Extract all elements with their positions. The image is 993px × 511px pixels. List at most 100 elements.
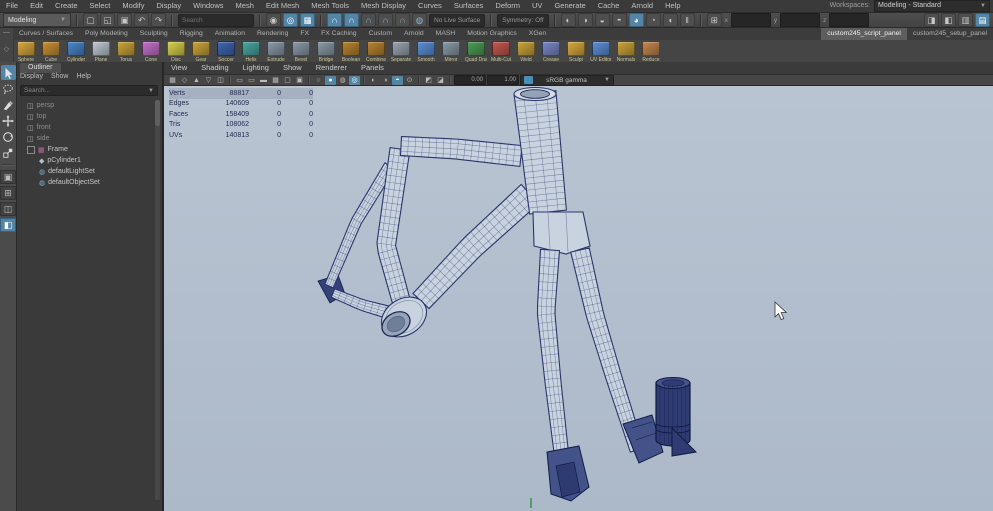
menu-curves[interactable]: Curves xyxy=(412,0,448,12)
snap-to-grid-icon[interactable]: ∩ xyxy=(327,13,342,27)
shelf-tab-arnold[interactable]: Arnold xyxy=(398,28,430,40)
shelf-tab-animation[interactable]: Animation xyxy=(209,28,251,40)
save-scene-icon[interactable]: ▣ xyxy=(117,13,132,27)
redo-icon[interactable]: ↷ xyxy=(151,13,166,27)
open-scene-icon[interactable]: ◱ xyxy=(100,13,115,27)
outliner-item-pcylinder1[interactable]: ◆pCylinder1 xyxy=(19,155,155,166)
move-tool[interactable] xyxy=(1,113,16,128)
shelf-item-multi-cut[interactable]: Multi-Cut xyxy=(490,41,512,62)
safe-title-icon[interactable]: ▣ xyxy=(294,76,305,85)
menu-cache[interactable]: Cache xyxy=(592,0,626,12)
camera-attributes-icon[interactable]: ▲ xyxy=(191,76,202,85)
single-pane-layout[interactable]: ▣ xyxy=(0,170,16,184)
open-render-view-icon[interactable]: ◐ xyxy=(561,13,576,27)
shelf-item-bridge[interactable]: Bridge xyxy=(315,41,337,62)
shelf-item-extrude[interactable]: Extrude xyxy=(265,41,287,62)
outliner-menu-help[interactable]: Help xyxy=(76,73,90,80)
viewport-menu-show[interactable]: Show xyxy=(276,62,309,74)
textured-mode-icon[interactable]: ◍ xyxy=(337,76,348,85)
screen-space-ao-icon[interactable]: ◓ xyxy=(392,76,403,85)
menu-modify[interactable]: Modify xyxy=(116,0,150,12)
shelf-item-sphere[interactable]: Sphere xyxy=(15,41,37,62)
shelf-item-combine[interactable]: Combine xyxy=(365,41,387,62)
outliner-item-top[interactable]: ◫top xyxy=(19,111,155,122)
wireframe-mode-icon[interactable]: ○ xyxy=(313,76,324,85)
shelf-item-mirror[interactable]: Mirror xyxy=(440,41,462,62)
viewport-menu-panels[interactable]: Panels xyxy=(354,62,391,74)
viewport-menu-renderer[interactable]: Renderer xyxy=(309,62,354,74)
shelf-tab-custom245-setup-panel[interactable]: custom245_setup_panel xyxy=(907,28,993,40)
coord-input-z[interactable] xyxy=(829,13,869,27)
field-chart-icon[interactable]: ▦ xyxy=(270,76,281,85)
shelf-item-reduce[interactable]: Reduce xyxy=(640,41,662,62)
shadows-icon[interactable]: ◑ xyxy=(380,76,391,85)
shelf-item-separate[interactable]: Separate xyxy=(390,41,412,62)
outliner-search-field[interactable]: Search... ▼ xyxy=(20,85,158,96)
shelf-gear-icon[interactable]: ◇ xyxy=(4,45,9,54)
shelf-item-normals[interactable]: Normals xyxy=(615,41,637,62)
menu-display[interactable]: Display xyxy=(151,0,188,12)
render-settings-icon[interactable]: ◓ xyxy=(612,13,627,27)
scale-tool[interactable] xyxy=(1,145,16,160)
outliner-menu-show[interactable]: Show xyxy=(51,73,69,80)
shaded-mode-icon[interactable]: ● xyxy=(325,76,336,85)
pause-viewport-icon[interactable]: ‖ xyxy=(680,13,695,27)
select-tool[interactable] xyxy=(1,65,16,80)
menu-windows[interactable]: Windows xyxy=(187,0,229,12)
render-current-frame-icon[interactable]: ◑ xyxy=(578,13,593,27)
coord-input-y[interactable] xyxy=(780,13,820,27)
shelf-tab-fx-caching[interactable]: FX Caching xyxy=(315,28,363,40)
tool-settings-toggle-icon[interactable]: ▥ xyxy=(958,13,973,27)
shelf-item-soccer[interactable]: Soccer xyxy=(215,41,237,62)
outliner-item-frame[interactable]: ▦Frame xyxy=(19,144,155,155)
viewport-menu-shading[interactable]: Shading xyxy=(194,62,236,74)
two-pane-layout[interactable]: ◫ xyxy=(0,202,16,216)
shelf-item-helix[interactable]: Helix xyxy=(240,41,262,62)
viewport-menu-view[interactable]: View xyxy=(164,62,194,74)
shelf-tab-xgen[interactable]: XGen xyxy=(523,28,552,40)
shelf-item-cylinder[interactable]: Cylinder xyxy=(65,41,87,62)
menu-edit-mesh[interactable]: Edit Mesh xyxy=(260,0,305,12)
shelf-item-bevel[interactable]: Bevel xyxy=(290,41,312,62)
shelf-item-boolean[interactable]: Boolean xyxy=(340,41,362,62)
four-pane-layout[interactable]: ⊞ xyxy=(0,186,16,200)
menu-mesh-display[interactable]: Mesh Display xyxy=(355,0,412,12)
snap-to-curves-icon[interactable]: ∩ xyxy=(344,13,359,27)
rotate-tool[interactable] xyxy=(1,129,16,144)
shelf-item-cube[interactable]: Cube xyxy=(40,41,62,62)
safe-action-icon[interactable]: ▢ xyxy=(282,76,293,85)
outliner-scrollbar[interactable] xyxy=(155,100,160,500)
film-gate-icon[interactable]: ▭ xyxy=(234,76,245,85)
undo-icon[interactable]: ↶ xyxy=(134,13,149,27)
ipr-render-icon[interactable]: ◒ xyxy=(595,13,610,27)
resolution-gate-icon[interactable]: ▭ xyxy=(246,76,257,85)
make-object-live-icon[interactable]: ◍ xyxy=(412,13,427,27)
shelf-tab-custom245-script-panel[interactable]: custom245_script_panel xyxy=(821,28,907,40)
outliner-tab[interactable]: Outliner xyxy=(20,63,61,73)
menu-uv[interactable]: UV xyxy=(526,0,548,12)
shelf-item-cone[interactable]: Cone xyxy=(140,41,162,62)
shelf-item-quad-draw[interactable]: Quad Draw xyxy=(465,41,487,62)
expander-box[interactable] xyxy=(27,146,35,154)
snap-to-view-plane-icon[interactable]: ∩ xyxy=(395,13,410,27)
light-editor-icon[interactable]: ◔ xyxy=(646,13,661,27)
select-by-object-icon[interactable]: ◎ xyxy=(283,13,298,27)
menu-set-dropdown[interactable]: Modeling▼ xyxy=(3,13,71,27)
coord-input-x[interactable] xyxy=(731,13,771,27)
menu-help[interactable]: Help xyxy=(659,0,686,12)
menu-mesh-tools[interactable]: Mesh Tools xyxy=(305,0,355,12)
xray-icon[interactable]: ◪ xyxy=(435,76,446,85)
input-grid-icon[interactable]: ⊞ xyxy=(707,13,722,27)
shelf-item-smooth[interactable]: Smooth xyxy=(415,41,437,62)
attribute-editor-toggle-icon[interactable]: ◧ xyxy=(941,13,956,27)
outliner-item-persp[interactable]: ◫persp xyxy=(19,100,155,111)
shelf-collapse-icon[interactable]: — xyxy=(3,28,10,37)
live-surface-field[interactable]: No Live Surface xyxy=(429,14,485,27)
shelf-tab-curves-surfaces[interactable]: Curves / Surfaces xyxy=(13,28,79,40)
menu-deform[interactable]: Deform xyxy=(489,0,526,12)
lasso-tool[interactable] xyxy=(1,81,16,96)
quick-select-input[interactable] xyxy=(178,14,254,27)
select-by-component-icon[interactable]: ▦ xyxy=(300,13,315,27)
shelf-tab-mash[interactable]: MASH xyxy=(430,28,462,40)
outliner-item-front[interactable]: ◫front xyxy=(19,122,155,133)
